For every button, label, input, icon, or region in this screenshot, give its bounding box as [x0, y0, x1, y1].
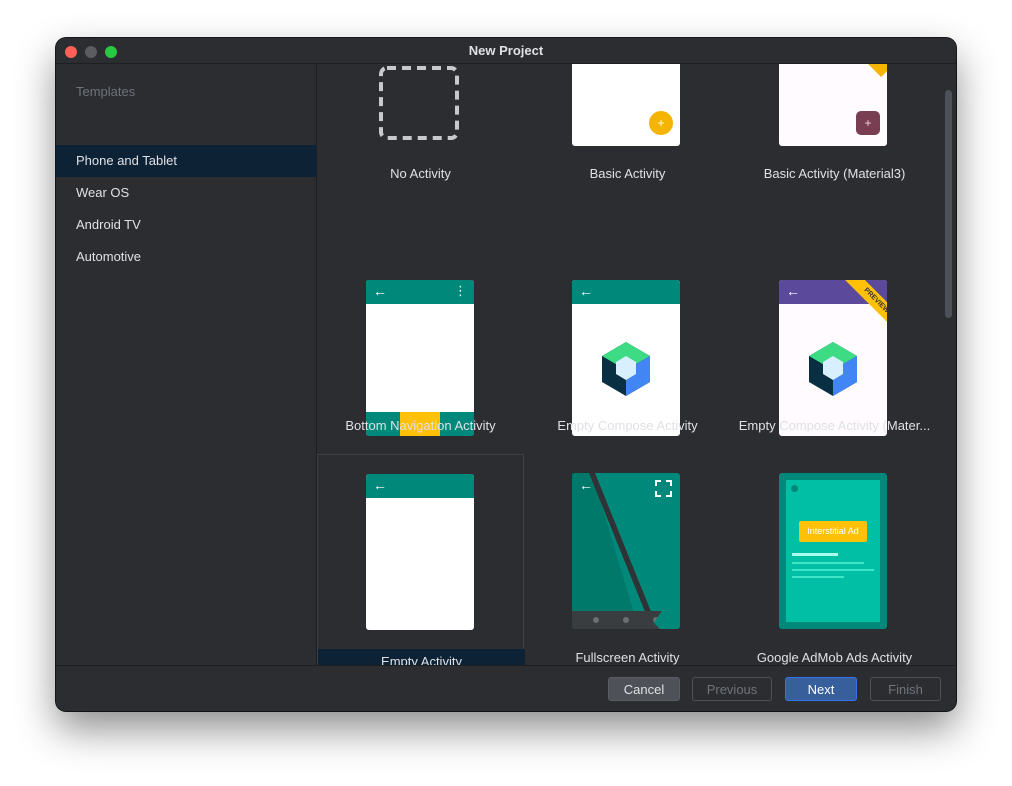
template-basic-activity-material3[interactable]: + Basic Activity (Material3): [731, 64, 938, 210]
template-label: Basic Activity: [524, 166, 731, 181]
ad-text-line: [792, 562, 864, 564]
template-empty-compose-activity-material3[interactable]: ← PREVIEW Empty Compose Activity (Mater.…: [731, 210, 938, 430]
interstitial-ad-panel: Interstitial Ad: [786, 480, 880, 622]
ad-text-line: [792, 569, 874, 571]
template-no-activity[interactable]: No Activity: [317, 64, 524, 210]
sidebar-item-automotive[interactable]: Automotive: [56, 241, 316, 273]
jetpack-compose-logo-icon: [807, 340, 859, 398]
back-arrow-icon: ←: [373, 283, 387, 299]
empty-compose-material3-preview: ← PREVIEW: [779, 280, 887, 436]
template-label: Google AdMob Ads Activity: [731, 650, 938, 665]
dashed-placeholder-icon: [367, 64, 475, 146]
next-button[interactable]: Next: [785, 677, 857, 701]
preview-ribbon-corner: [867, 64, 887, 77]
cancel-button[interactable]: Cancel: [608, 677, 680, 701]
title-bar: New Project: [56, 38, 956, 64]
basic-activity-preview: +: [572, 64, 680, 146]
empty-activity-preview: ←: [366, 474, 474, 630]
template-label: Basic Activity (Material3): [731, 166, 938, 181]
template-bottom-navigation-activity[interactable]: ← ⋮ Bottom Navigation Activity: [317, 210, 524, 430]
back-arrow-icon: ←: [786, 283, 800, 299]
template-label: Bottom Navigation Activity: [317, 418, 524, 433]
fab-plus-icon: +: [856, 111, 880, 135]
sidebar-item-android-tv[interactable]: Android TV: [56, 209, 316, 241]
fullscreen-preview: ←: [572, 473, 680, 629]
gallery-scrollbar[interactable]: [945, 90, 952, 318]
template-empty-activity[interactable]: ← Empty Activity: [317, 454, 524, 665]
window-title: New Project: [56, 43, 956, 58]
back-arrow-icon: ←: [579, 283, 593, 299]
template-label: No Activity: [317, 166, 524, 181]
back-arrow-icon: ←: [579, 477, 593, 493]
fab-plus-icon: +: [649, 111, 673, 135]
previous-button[interactable]: Previous: [692, 677, 772, 701]
template-label: Fullscreen Activity: [524, 650, 731, 665]
bottom-navigation-preview: ← ⋮: [366, 280, 474, 436]
template-label: Empty Activity: [318, 649, 525, 665]
template-google-admob-ads-activity[interactable]: Interstitial Ad Google AdMob Ads Activit…: [731, 454, 938, 665]
templates-sidebar: Templates Phone and Tablet Wear OS Andro…: [56, 64, 317, 665]
templates-heading: Templates: [76, 84, 135, 99]
finish-button[interactable]: Finish: [870, 677, 941, 701]
app-bar: ←: [572, 280, 680, 304]
basic-activity-material3-preview: +: [779, 64, 887, 146]
interstitial-ad-label: Interstitial Ad: [799, 521, 867, 542]
empty-compose-preview: ←: [572, 280, 680, 436]
template-label: Empty Compose Activity: [524, 418, 731, 433]
template-basic-activity[interactable]: + Basic Activity: [524, 64, 731, 210]
template-label: Empty Compose Activity (Mater...: [731, 418, 938, 433]
ad-text-line: [792, 576, 844, 578]
dialog-footer: Cancel Previous Next Finish: [56, 665, 956, 711]
sidebar-item-phone-and-tablet[interactable]: Phone and Tablet: [56, 145, 316, 177]
no-activity-preview: [367, 64, 475, 146]
sidebar-item-wear-os[interactable]: Wear OS: [56, 177, 316, 209]
template-gallery: No Activity + Basic Activity + Basic Act…: [317, 64, 956, 665]
app-bar: ←: [366, 474, 474, 498]
jetpack-compose-logo-icon: [600, 340, 652, 398]
admob-preview: Interstitial Ad: [779, 473, 887, 629]
new-project-window: New Project Templates Phone and Tablet W…: [56, 38, 956, 711]
ad-text-line: [792, 553, 838, 556]
app-bar: ← ⋮: [366, 280, 474, 304]
overflow-menu-icon: ⋮: [454, 283, 467, 299]
back-arrow-icon: ←: [373, 477, 387, 493]
template-fullscreen-activity[interactable]: ← Fullscreen Activity: [524, 454, 731, 665]
fullscreen-icon: [655, 480, 672, 497]
template-empty-compose-activity[interactable]: ← Empty Compose Activity: [524, 210, 731, 430]
ad-close-dot: [791, 485, 798, 492]
